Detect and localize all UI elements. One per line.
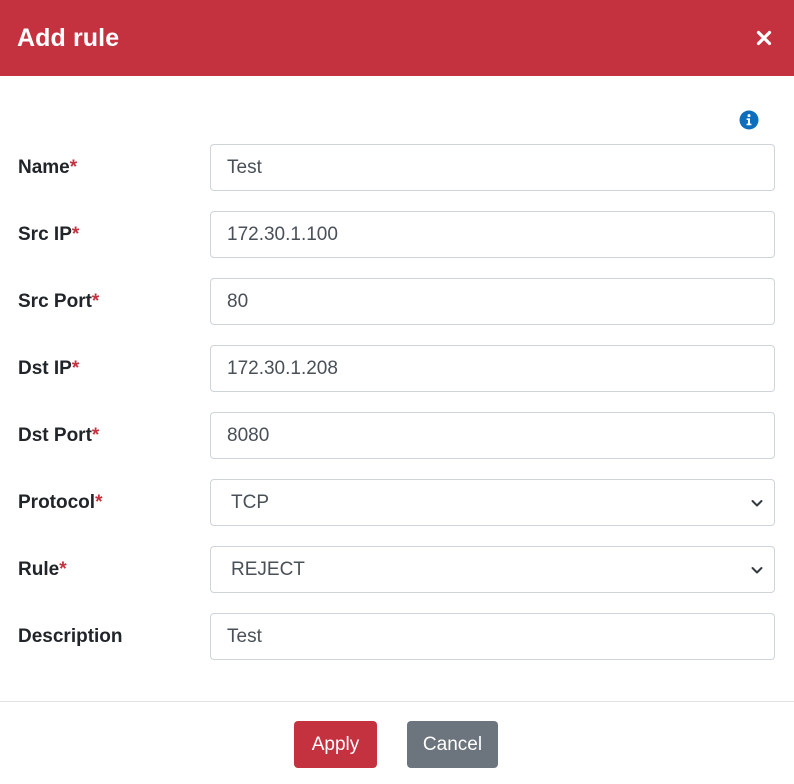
description-value: Test	[227, 625, 262, 647]
dialog-title: Add rule	[17, 23, 120, 52]
protocol-value: TCP	[231, 491, 269, 513]
name-label: Name*	[18, 157, 78, 178]
required-marker: *	[59, 559, 67, 580]
src-port-input[interactable]: 80	[210, 278, 775, 325]
form-row-description: Description Test	[0, 613, 794, 661]
required-marker: *	[91, 425, 100, 446]
required-marker: *	[69, 157, 78, 178]
description-input[interactable]: Test	[210, 613, 775, 660]
description-label: Description	[18, 626, 123, 647]
form-row-dst-port: Dst Port* 8080	[0, 412, 794, 460]
dst-ip-input[interactable]: 172.30.1.208	[210, 345, 775, 392]
rule-label: Rule*	[18, 559, 67, 580]
dst-port-label: Dst Port*	[18, 425, 100, 446]
close-button[interactable]	[752, 26, 776, 50]
form-row-dst-ip: Dst IP* 172.30.1.208	[0, 345, 794, 393]
dialog-header: Add rule	[0, 0, 794, 76]
name-input[interactable]: Test	[210, 144, 775, 191]
apply-button[interactable]: Apply	[294, 721, 377, 768]
required-marker: *	[71, 358, 80, 379]
form-row-protocol: Protocol* TCP	[0, 479, 794, 527]
rule-value: REJECT	[231, 558, 305, 580]
dst-port-input[interactable]: 8080	[210, 412, 775, 459]
add-rule-dialog: Add rule Name* Test Src IP* 172.30.1.100…	[0, 0, 794, 784]
src-port-value: 80	[227, 290, 249, 312]
form-row-src-port: Src Port* 80	[0, 278, 794, 326]
dst-ip-value: 172.30.1.208	[227, 357, 338, 379]
src-port-label: Src Port*	[18, 291, 100, 312]
chevron-down-icon	[751, 566, 763, 573]
required-marker: *	[71, 224, 80, 245]
info-circle-icon[interactable]	[739, 110, 759, 130]
form-row-src-ip: Src IP* 172.30.1.100	[0, 211, 794, 259]
name-value: Test	[227, 156, 262, 178]
dst-ip-label: Dst IP*	[18, 358, 80, 379]
chevron-down-icon	[751, 499, 763, 506]
src-ip-label: Src IP*	[18, 224, 80, 245]
src-ip-value: 172.30.1.100	[227, 223, 338, 245]
dst-port-value: 8080	[227, 424, 270, 446]
form-row-name: Name* Test	[0, 144, 794, 192]
protocol-select[interactable]: TCP	[210, 479, 775, 526]
form-row-rule: Rule* REJECT	[0, 546, 794, 594]
protocol-label: Protocol*	[18, 492, 103, 513]
close-icon	[756, 30, 772, 46]
rule-select[interactable]: REJECT	[210, 546, 775, 593]
required-marker: *	[91, 291, 100, 312]
cancel-button[interactable]: Cancel	[407, 721, 498, 768]
required-marker: *	[95, 492, 103, 513]
src-ip-input[interactable]: 172.30.1.100	[210, 211, 775, 258]
footer-divider	[0, 701, 794, 702]
